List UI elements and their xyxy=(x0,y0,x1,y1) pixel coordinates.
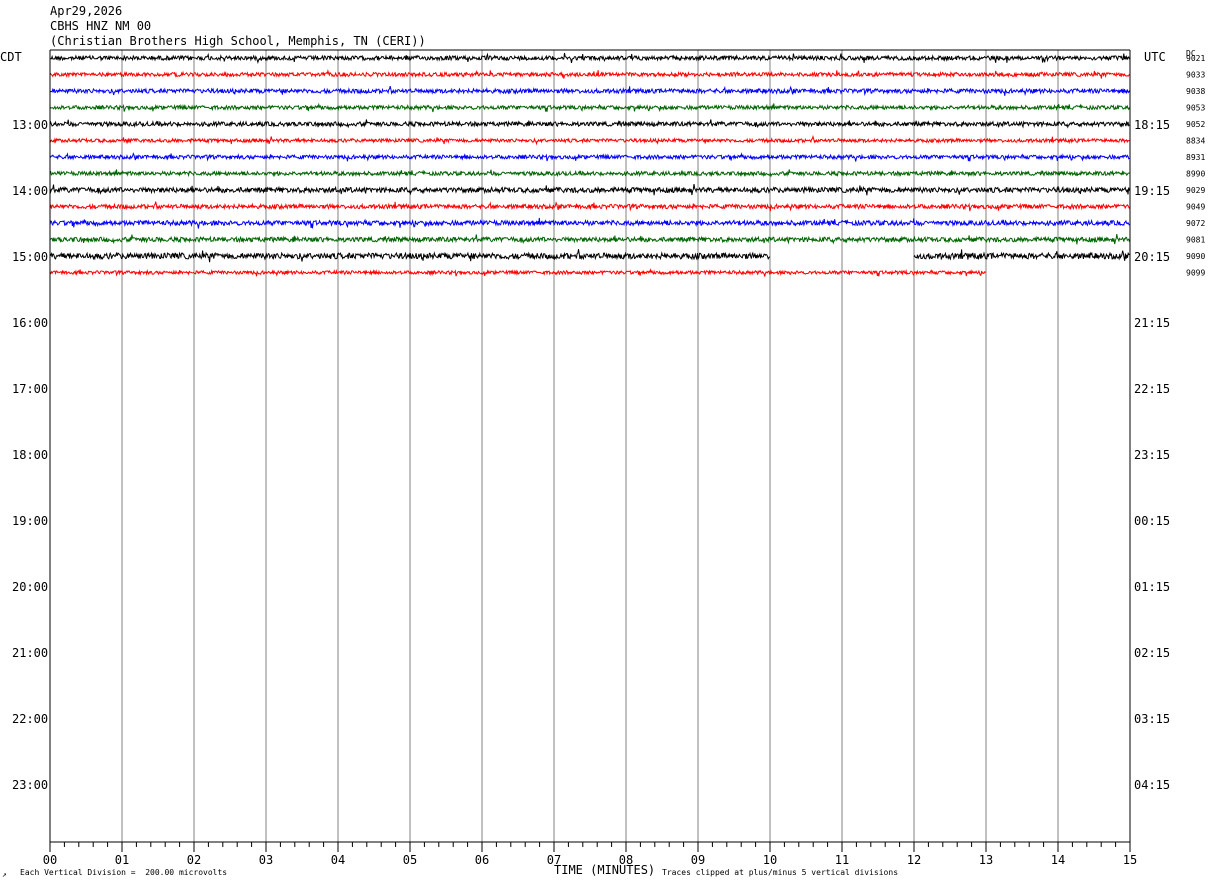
right-hour-label: 22:15 xyxy=(1134,382,1170,396)
clip-note: Traces clipped at plus/minus 5 vertical … xyxy=(662,868,899,877)
dc-value-label: 9053 xyxy=(1186,104,1205,113)
dc-value-label: 9081 xyxy=(1186,236,1205,245)
right-hour-label: 00:15 xyxy=(1134,514,1170,528)
x-tick-label-00: 00 xyxy=(43,853,57,867)
left-hour-label: 21:00 xyxy=(12,646,48,660)
trace-row-13 xyxy=(913,249,1130,261)
x-tick-label-04: 04 xyxy=(331,853,345,867)
right-hour-label: 20:15 xyxy=(1134,250,1170,264)
x-tick-label-14: 14 xyxy=(1051,853,1065,867)
left-hour-label: 17:00 xyxy=(12,382,48,396)
dc-value-label: 9099 xyxy=(1186,269,1205,278)
trace-row-14 xyxy=(49,268,986,277)
x-tick-label-12: 12 xyxy=(907,853,921,867)
x-tick-label-09: 09 xyxy=(691,853,705,867)
dc-value-label: 8834 xyxy=(1186,137,1205,146)
x-tick-label-15: 15 xyxy=(1123,853,1137,867)
x-tick-label-02: 02 xyxy=(187,853,201,867)
x-tick-label-10: 10 xyxy=(763,853,777,867)
trace-row-5 xyxy=(49,119,1130,129)
x-tick-label-01: 01 xyxy=(115,853,129,867)
dc-value-label: 8931 xyxy=(1186,153,1205,162)
scale-note: Each Vertical Division = 200.00 microvol… xyxy=(20,868,228,877)
trace-row-10 xyxy=(49,201,1130,212)
seismogram-plot: 00 01 02 03 04 05 06 07 08 09 10 11 12 13 14 1513:00 18:… xyxy=(12,49,1205,867)
left-hour-label: 20:00 xyxy=(12,580,48,594)
axis-labels: 00 01 02 03 04 05 06 07 08 09 10 11 12 13 14 1513:00 18:… xyxy=(12,54,1205,867)
left-hour-label: 22:00 xyxy=(12,712,48,726)
dc-value-label: 8990 xyxy=(1186,170,1205,179)
x-tick-label-11: 11 xyxy=(835,853,849,867)
left-hour-label: 16:00 xyxy=(12,316,48,330)
grid-lines xyxy=(49,50,1131,842)
trace-row-4 xyxy=(49,102,1130,113)
right-hour-label: 23:15 xyxy=(1134,448,1170,462)
dc-value-label: 9090 xyxy=(1186,252,1205,261)
x-tick-label-06: 06 xyxy=(475,853,489,867)
left-hour-label: 13:00 xyxy=(12,118,48,132)
trace-row-8 xyxy=(49,169,1130,178)
right-hour-label: 02:15 xyxy=(1134,646,1170,660)
axes xyxy=(49,49,1131,852)
left-hour-label: 19:00 xyxy=(12,514,48,528)
right-hour-label: 01:15 xyxy=(1134,580,1170,594)
trace-row-9 xyxy=(49,184,1130,196)
dc-value-label: 9033 xyxy=(1186,71,1205,80)
right-hour-label: 21:15 xyxy=(1134,316,1170,330)
right-hour-label: 04:15 xyxy=(1134,778,1170,792)
trace-row-12 xyxy=(49,234,1130,245)
trace-row-3 xyxy=(49,85,1130,97)
dc-value-label: 9072 xyxy=(1186,219,1205,228)
dc-value-label: 9038 xyxy=(1186,87,1205,96)
x-axis-title: TIME (MINUTES) xyxy=(554,863,656,877)
trace-row-2 xyxy=(49,69,1130,79)
left-hour-label: 14:00 xyxy=(12,184,48,198)
left-hour-label: 23:00 xyxy=(12,778,48,792)
right-hour-label: 19:15 xyxy=(1134,184,1170,198)
x-tick-label-13: 13 xyxy=(979,853,993,867)
trace-row-1 xyxy=(49,52,1130,65)
left-hour-label: 15:00 xyxy=(12,250,48,264)
trace-row-11 xyxy=(49,217,1130,229)
trace-row-6 xyxy=(49,134,1130,146)
trace-row-7 xyxy=(49,152,1130,162)
x-tick-label-05: 05 xyxy=(403,853,417,867)
dc-value-label: 9029 xyxy=(1186,186,1205,195)
dc-value-label: 9049 xyxy=(1186,203,1205,212)
scale-icon: ↗ xyxy=(2,870,7,879)
x-tick-label-03: 03 xyxy=(259,853,273,867)
right-hour-label: 03:15 xyxy=(1134,712,1170,726)
right-hour-label: 18:15 xyxy=(1134,118,1170,132)
dc-value-label: 9021 xyxy=(1186,54,1205,63)
dc-value-label: 9052 xyxy=(1186,120,1205,129)
traces xyxy=(49,52,1130,277)
left-hour-label: 18:00 xyxy=(12,448,48,462)
